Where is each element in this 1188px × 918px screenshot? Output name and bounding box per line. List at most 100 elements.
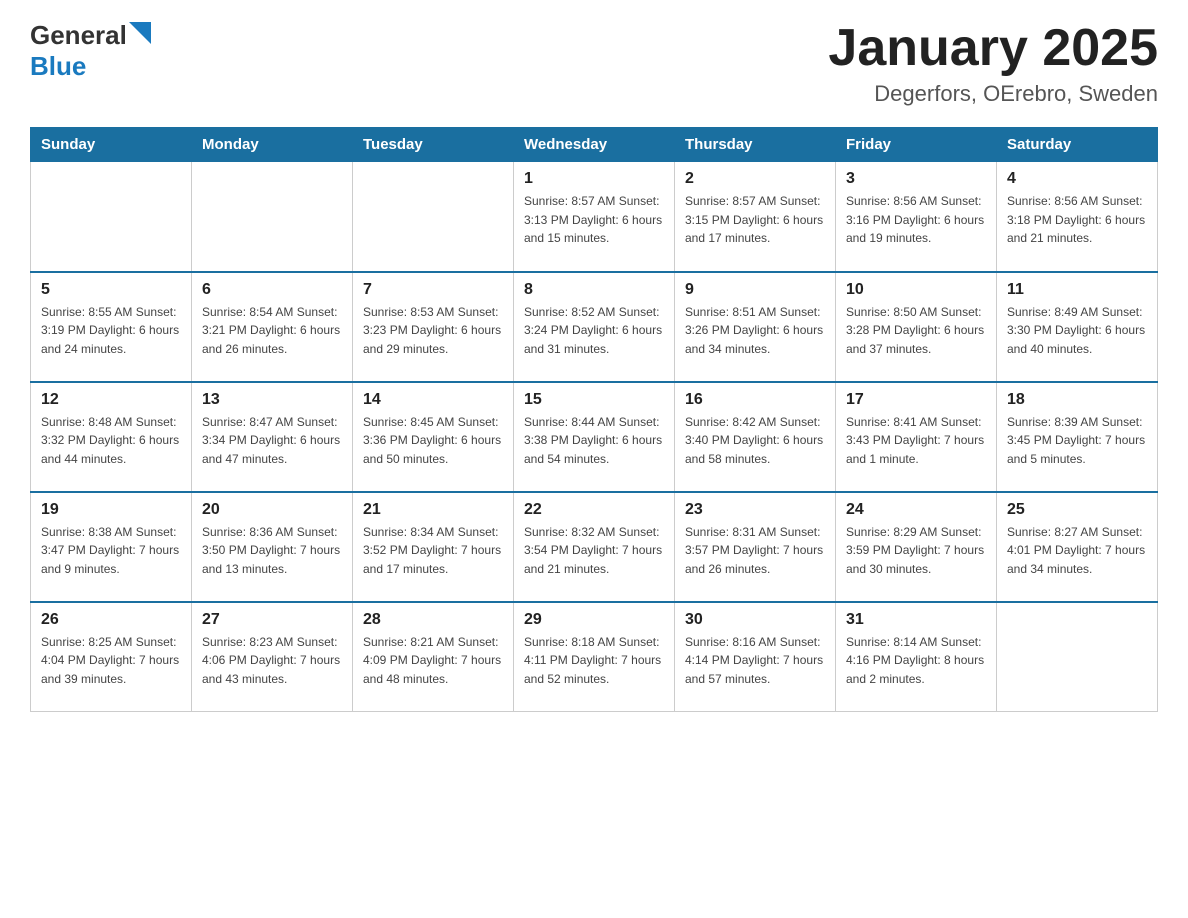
day-info: Sunrise: 8:41 AM Sunset: 3:43 PM Dayligh… [846,413,986,469]
day-number: 12 [41,391,181,409]
table-row: 3 Sunrise: 8:56 AM Sunset: 3:16 PM Daylig… [836,162,997,272]
day-info: Sunrise: 8:25 AM Sunset: 4:04 PM Dayligh… [41,633,181,689]
table-row: 18Sunrise: 8:39 AM Sunset: 3:45 PM Dayli… [997,382,1158,492]
day-info: Sunrise: 8:21 AM Sunset: 4:09 PM Dayligh… [363,633,503,689]
day-number: 28 [363,611,503,629]
day-info: Sunrise: 8:45 AM Sunset: 3:36 PM Dayligh… [363,413,503,469]
table-row: 9 Sunrise: 8:51 AM Sunset: 3:26 PM Daylig… [675,272,836,382]
day-info: Sunrise: 8:51 AM Sunset: 3:26 PM Dayligh… [685,303,825,359]
col-thursday: Thursday [675,128,836,162]
day-number: 16 [685,391,825,409]
day-info: Sunrise: 8:57 AM Sunset: 3:13 PM Dayligh… [524,192,664,248]
day-number: 22 [524,501,664,519]
day-number: 9 [685,281,825,299]
day-info: Sunrise: 8:18 AM Sunset: 4:11 PM Dayligh… [524,633,664,689]
col-monday: Monday [192,128,353,162]
col-tuesday: Tuesday [353,128,514,162]
day-number: 7 [363,281,503,299]
table-row: 22 Sunrise: 8:32 AM Sunset: 3:54 PM Dayli… [514,492,675,602]
logo-block: General Blue [30,20,151,82]
day-info: Sunrise: 8:47 AM Sunset: 3:34 PM Dayligh… [202,413,342,469]
table-row: 25 Sunrise: 8:27 AM Sunset: 4:01 PM Dayli… [997,492,1158,602]
day-info: Sunrise: 8:32 AM Sunset: 3:54 PM Dayligh… [524,523,664,579]
day-number: 13 [202,391,342,409]
day-info: Sunrise: 8:48 AM Sunset: 3:32 PM Dayligh… [41,413,181,469]
logo-general-text: General [30,20,127,51]
table-row: 14 Sunrise: 8:45 AM Sunset: 3:36 PM Dayli… [353,382,514,492]
calendar-title: January 2025 [828,20,1158,77]
day-number: 17 [846,391,986,409]
table-row: 28 Sunrise: 8:21 AM Sunset: 4:09 PM Dayli… [353,602,514,712]
day-info: Sunrise: 8:27 AM Sunset: 4:01 PM Dayligh… [1007,523,1147,579]
day-number: 31 [846,611,986,629]
day-info: Sunrise: 8:50 AM Sunset: 3:28 PM Dayligh… [846,303,986,359]
day-info: Sunrise: 8:38 AM Sunset: 3:47 PM Dayligh… [41,523,181,579]
col-friday: Friday [836,128,997,162]
day-number: 2 [685,170,825,188]
day-info: Sunrise: 8:44 AM Sunset: 3:38 PM Dayligh… [524,413,664,469]
table-row: 7 Sunrise: 8:53 AM Sunset: 3:23 PM Daylig… [353,272,514,382]
table-row: 5 Sunrise: 8:55 AM Sunset: 3:19 PM Daylig… [31,272,192,382]
table-row [997,602,1158,712]
day-info: Sunrise: 8:54 AM Sunset: 3:21 PM Dayligh… [202,303,342,359]
day-number: 27 [202,611,342,629]
col-sunday: Sunday [31,128,192,162]
table-row: 12 Sunrise: 8:48 AM Sunset: 3:32 PM Dayli… [31,382,192,492]
calendar-table: Sunday Monday Tuesday Wednesday Thursday… [30,127,1158,712]
day-info: Sunrise: 8:34 AM Sunset: 3:52 PM Dayligh… [363,523,503,579]
col-saturday: Saturday [997,128,1158,162]
day-number: 25 [1007,501,1147,519]
day-number: 5 [41,281,181,299]
day-info: Sunrise: 8:56 AM Sunset: 3:16 PM Dayligh… [846,192,986,248]
table-row: 11Sunrise: 8:49 AM Sunset: 3:30 PM Dayli… [997,272,1158,382]
day-number: 8 [524,281,664,299]
day-info: Sunrise: 8:16 AM Sunset: 4:14 PM Dayligh… [685,633,825,689]
day-number: 24 [846,501,986,519]
table-row: 13 Sunrise: 8:47 AM Sunset: 3:34 PM Dayli… [192,382,353,492]
table-row: 21Sunrise: 8:34 AM Sunset: 3:52 PM Dayli… [353,492,514,602]
day-number: 14 [363,391,503,409]
day-info: Sunrise: 8:53 AM Sunset: 3:23 PM Dayligh… [363,303,503,359]
table-row: 29 Sunrise: 8:18 AM Sunset: 4:11 PM Dayli… [514,602,675,712]
calendar-week-4: 19 Sunrise: 8:38 AM Sunset: 3:47 PM Dayli… [31,492,1158,602]
table-row: 1Sunrise: 8:57 AM Sunset: 3:13 PM Daylig… [514,162,675,272]
day-info: Sunrise: 8:55 AM Sunset: 3:19 PM Dayligh… [41,303,181,359]
day-number: 10 [846,281,986,299]
table-row: 19 Sunrise: 8:38 AM Sunset: 3:47 PM Dayli… [31,492,192,602]
table-row [192,162,353,272]
calendar-week-1: 1Sunrise: 8:57 AM Sunset: 3:13 PM Daylig… [31,162,1158,272]
day-number: 29 [524,611,664,629]
table-row: 8 Sunrise: 8:52 AM Sunset: 3:24 PM Daylig… [514,272,675,382]
table-row: 26Sunrise: 8:25 AM Sunset: 4:04 PM Dayli… [31,602,192,712]
table-row: 30 Sunrise: 8:16 AM Sunset: 4:14 PM Dayli… [675,602,836,712]
day-info: Sunrise: 8:39 AM Sunset: 3:45 PM Dayligh… [1007,413,1147,469]
table-row: 6Sunrise: 8:54 AM Sunset: 3:21 PM Daylig… [192,272,353,382]
table-row: 31Sunrise: 8:14 AM Sunset: 4:16 PM Dayli… [836,602,997,712]
title-block: January 2025 Degerfors, OErebro, Sweden [828,20,1158,107]
day-number: 23 [685,501,825,519]
logo-line1: General [30,20,151,51]
table-row: 23 Sunrise: 8:31 AM Sunset: 3:57 PM Dayli… [675,492,836,602]
table-row: 16Sunrise: 8:42 AM Sunset: 3:40 PM Dayli… [675,382,836,492]
day-number: 30 [685,611,825,629]
calendar-week-3: 12 Sunrise: 8:48 AM Sunset: 3:32 PM Dayli… [31,382,1158,492]
day-info: Sunrise: 8:29 AM Sunset: 3:59 PM Dayligh… [846,523,986,579]
table-row: 20Sunrise: 8:36 AM Sunset: 3:50 PM Dayli… [192,492,353,602]
day-number: 19 [41,501,181,519]
day-number: 20 [202,501,342,519]
header-row: Sunday Monday Tuesday Wednesday Thursday… [31,128,1158,162]
calendar-week-2: 5 Sunrise: 8:55 AM Sunset: 3:19 PM Daylig… [31,272,1158,382]
table-row: 17 Sunrise: 8:41 AM Sunset: 3:43 PM Dayli… [836,382,997,492]
day-number: 3 [846,170,986,188]
calendar-body: 1Sunrise: 8:57 AM Sunset: 3:13 PM Daylig… [31,162,1158,712]
day-info: Sunrise: 8:52 AM Sunset: 3:24 PM Dayligh… [524,303,664,359]
day-info: Sunrise: 8:56 AM Sunset: 3:18 PM Dayligh… [1007,192,1147,248]
day-number: 4 [1007,170,1147,188]
day-info: Sunrise: 8:31 AM Sunset: 3:57 PM Dayligh… [685,523,825,579]
day-info: Sunrise: 8:49 AM Sunset: 3:30 PM Dayligh… [1007,303,1147,359]
logo: General Blue [30,20,151,82]
page-header: General Blue January 2025 Degerfors, OEr… [30,20,1158,107]
table-row [353,162,514,272]
table-row: 10 Sunrise: 8:50 AM Sunset: 3:28 PM Dayli… [836,272,997,382]
table-row: 27Sunrise: 8:23 AM Sunset: 4:06 PM Dayli… [192,602,353,712]
